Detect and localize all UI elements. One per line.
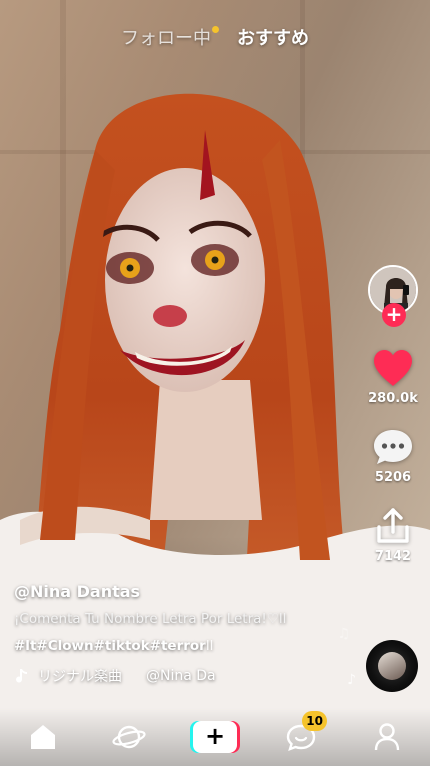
bottom-navigation: + 10 (0, 708, 430, 766)
sound-disc-button[interactable] (366, 640, 418, 692)
share-count: 7142 (374, 549, 412, 564)
creator-avatar-button[interactable]: + (368, 265, 418, 327)
follow-plus-button[interactable]: + (382, 303, 406, 327)
tab-for-you[interactable]: おすすめ (237, 24, 309, 50)
nav-discover[interactable] (101, 715, 157, 759)
live-indicator-dot (212, 26, 219, 33)
comment-button[interactable]: 5206 (372, 428, 414, 485)
video-caption: @Nina Dantas ¡Comenta Tu Nombre Letra Po… (14, 582, 354, 686)
sound-name: リジナル楽曲 (38, 669, 122, 685)
comment-count: 5206 (374, 470, 412, 485)
share-icon (377, 508, 409, 543)
heart-icon (373, 350, 412, 386)
hashtags[interactable]: #lt#Clown#tiktok#terror (14, 638, 206, 654)
tab-following-label: フォロー中 (121, 28, 211, 49)
action-rail: + 280.0k 5206 7142 (368, 265, 418, 564)
discover-icon (112, 725, 146, 749)
nav-create[interactable]: + (187, 715, 243, 759)
author-handle[interactable]: @Nina Dantas (14, 582, 354, 601)
tab-for-you-label: おすすめ (237, 28, 309, 49)
like-count: 280.0k (368, 391, 418, 406)
sound-row[interactable]: リジナル楽曲 @Nina Da (14, 666, 354, 686)
profile-icon (374, 723, 400, 751)
floating-music-note-icon: ♪ (347, 672, 356, 688)
nav-home[interactable] (15, 715, 71, 759)
share-button[interactable]: 7142 (373, 507, 413, 564)
hashtag-line[interactable]: #lt#Clown#tiktok#terrorll (14, 638, 354, 654)
tab-following[interactable]: フォロー中 (121, 24, 219, 50)
nav-profile[interactable] (359, 715, 415, 759)
video-description: ¡Comenta Tu Nombre Letra Por Letra!♡ll (14, 611, 287, 627)
sound-disc-cover (378, 652, 406, 680)
feed-tabs: フォロー中 おすすめ (0, 24, 430, 50)
sound-author: @Nina Da (146, 668, 216, 684)
like-button[interactable]: 280.0k (368, 349, 418, 406)
nav-inbox[interactable]: 10 (273, 711, 329, 759)
inbox-badge: 10 (302, 711, 327, 731)
floating-music-note-icon: ♫ (337, 626, 350, 642)
create-icon: + (190, 721, 240, 753)
comment-icon (374, 430, 412, 464)
home-icon (31, 725, 55, 749)
hashtags-tail: ll (205, 638, 214, 654)
music-note-icon (16, 669, 27, 683)
